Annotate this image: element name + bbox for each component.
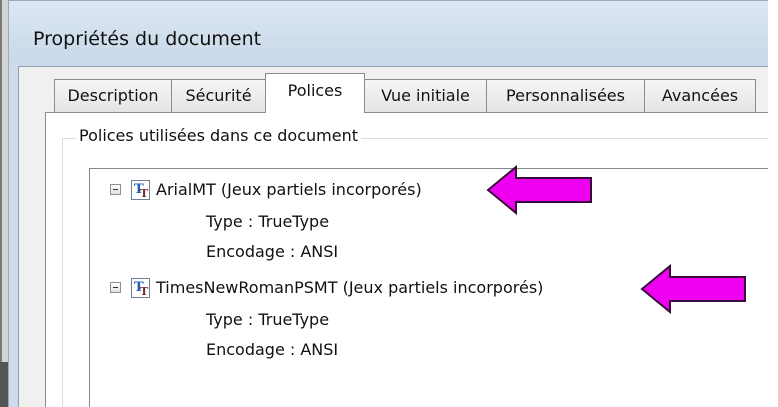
window-left-edge [0,0,8,407]
fonts-group-title: Polices utilisées dans ce document [76,126,361,145]
font-type: Type : TrueType [206,310,330,329]
window-title: Propriétés du document [33,28,262,50]
font-encoding: Encodage : ANSI [206,242,339,261]
font-name: ArialMT (Jeux partiels incorporés) [156,180,422,199]
window-right-edge [768,0,778,407]
tab-personnalisees[interactable]: Personnalisées [486,79,645,112]
truetype-font-icon: TT [131,278,150,298]
font-name: TimesNewRomanPSMT (Jeux partiels incorpo… [156,278,544,297]
magenta-arrow-left-icon [486,165,592,215]
collapse-minus-icon[interactable] [110,282,121,293]
tab-polices[interactable]: Polices [265,73,365,113]
magenta-arrow-left-icon [640,264,746,314]
font-type: Type : TrueType [206,212,330,231]
tab-vue-initiale[interactable]: Vue initiale [364,79,487,112]
title-bar[interactable]: Propriétés du document [9,1,778,65]
tab-securite[interactable]: Sécurité [171,79,266,112]
collapse-minus-icon[interactable] [110,184,121,195]
document-properties-window: Propriétés du document Description Sécur… [0,0,778,407]
truetype-font-icon: TT [131,180,150,200]
tab-description[interactable]: Description [54,79,172,112]
font-encoding: Encodage : ANSI [206,340,339,359]
tab-avancees[interactable]: Avancées [644,79,756,112]
window-left-edge-lower [0,362,8,407]
